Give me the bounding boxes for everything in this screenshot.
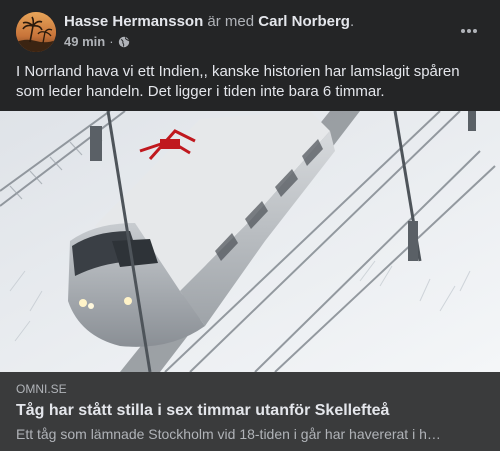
feed-post: Hasse Hermansson är med Carl Norberg. 49…: [0, 0, 500, 451]
author-line-tail: .: [349, 13, 355, 30]
link-title[interactable]: Tåg har stått stilla i sex timmar utanfö…: [16, 401, 389, 421]
link-preview-image[interactable]: [0, 111, 500, 372]
author-name[interactable]: Hasse Hermansson: [64, 13, 203, 30]
author-line: Hasse Hermansson är med Carl Norberg.: [64, 13, 354, 31]
more-options-icon: [461, 29, 477, 33]
post-meta: 49 min ·: [64, 34, 130, 50]
link-preview-card[interactable]: OMNI.SE Tåg har stått stilla i sex timma…: [0, 372, 500, 451]
meta-separator: ·: [109, 34, 114, 49]
with-connector: är med: [207, 13, 255, 30]
more-options-button[interactable]: [454, 18, 484, 44]
tagged-person[interactable]: Carl Norberg: [258, 13, 350, 30]
globe-icon: [118, 36, 130, 48]
link-domain: OMNI.SE: [16, 382, 67, 396]
post-timestamp[interactable]: 49 min: [64, 34, 105, 50]
post-header: Hasse Hermansson är med Carl Norberg. 49…: [0, 0, 500, 56]
post-message: I Norrland hava vi ett Indien,, kanske h…: [16, 63, 460, 100]
author-avatar[interactable]: [16, 12, 56, 52]
link-description: Ett tåg som lämnade Stockholm vid 18-tid…: [16, 426, 441, 442]
